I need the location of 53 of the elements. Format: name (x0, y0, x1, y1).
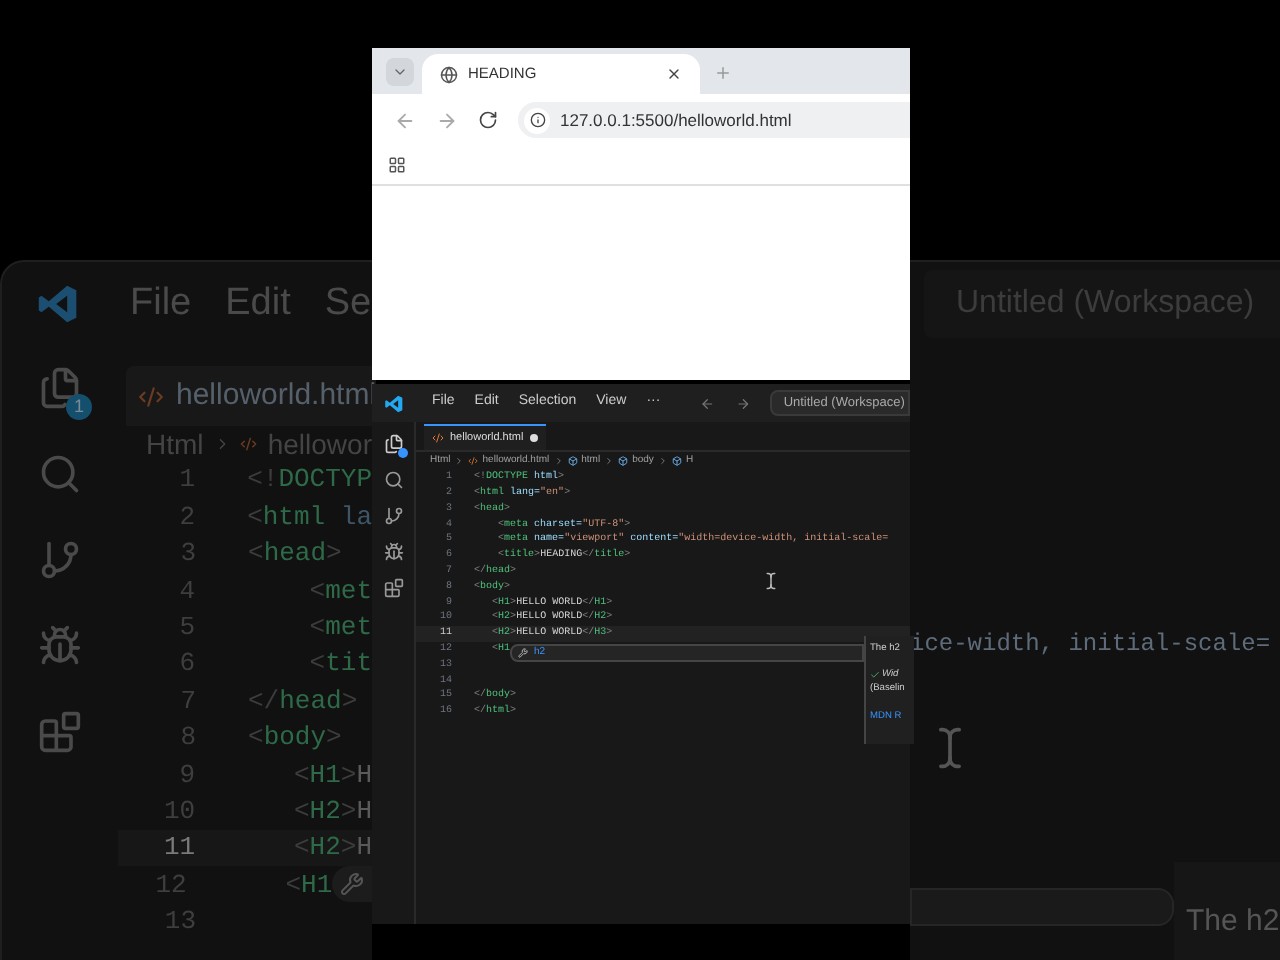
code-file-icon (432, 432, 444, 444)
notification-badge (397, 448, 407, 458)
forward-icon[interactable] (735, 395, 750, 411)
check-icon (870, 670, 880, 681)
vscode-logo-icon (36, 282, 80, 326)
search-icon[interactable] (383, 470, 403, 490)
tab-label: helloworld.html (176, 375, 377, 416)
code-line: <H2>H (291, 830, 372, 867)
explorer-icon[interactable] (383, 434, 403, 454)
element-icon (671, 456, 682, 466)
line-number: 11 (161, 830, 196, 867)
code-file-icon (138, 383, 164, 409)
chevron-icon (604, 456, 615, 466)
notification-badge: 1 (66, 394, 92, 420)
globe-icon (440, 65, 458, 83)
wrench-icon (340, 872, 365, 897)
chevron-icon (553, 456, 564, 466)
chevron-icon (657, 456, 668, 466)
code-line: <html la (247, 499, 372, 536)
text-cursor-icon (762, 572, 780, 590)
back-icon[interactable] (394, 109, 416, 131)
extensions-icon[interactable] (383, 578, 403, 598)
code-line: <met (307, 610, 372, 647)
address-bar[interactable]: 127.0.0.1:5500/helloworld.html (518, 102, 910, 138)
hover-title: The h2 (1186, 904, 1280, 938)
code-line: <!DOCTYP (247, 462, 372, 499)
reload-icon[interactable] (478, 110, 498, 130)
element-icon (567, 456, 578, 466)
code-line: <H2>H (291, 793, 372, 830)
bug-icon[interactable] (383, 542, 403, 562)
code-line: <tit (307, 646, 372, 683)
code-line: <body> (248, 720, 342, 757)
forward-icon[interactable] (436, 109, 458, 131)
url-text: 127.0.0.1:5500/helloworld.html (560, 107, 792, 133)
code-line: <head> (248, 536, 342, 573)
vscode-logo-icon (384, 393, 404, 413)
tab-list-button[interactable] (386, 58, 414, 86)
code-line: </head> (248, 683, 358, 720)
code-file-icon (240, 432, 258, 456)
info-icon[interactable] (529, 112, 545, 128)
code-line: <H1>H (291, 757, 372, 794)
code-file-icon (468, 456, 479, 466)
element-icon (618, 456, 629, 466)
branch-icon[interactable] (383, 506, 403, 526)
back-icon[interactable] (700, 395, 715, 411)
chevron-icon (454, 456, 465, 466)
chevron-down-icon (392, 64, 408, 80)
code-line: <H1 (283, 867, 333, 904)
wrench-icon (518, 648, 528, 658)
close-icon[interactable] (666, 66, 682, 82)
code-line: <met (307, 573, 372, 610)
code-line: ice-width, initial-scale= (910, 628, 1273, 662)
apps-icon[interactable] (388, 156, 406, 174)
